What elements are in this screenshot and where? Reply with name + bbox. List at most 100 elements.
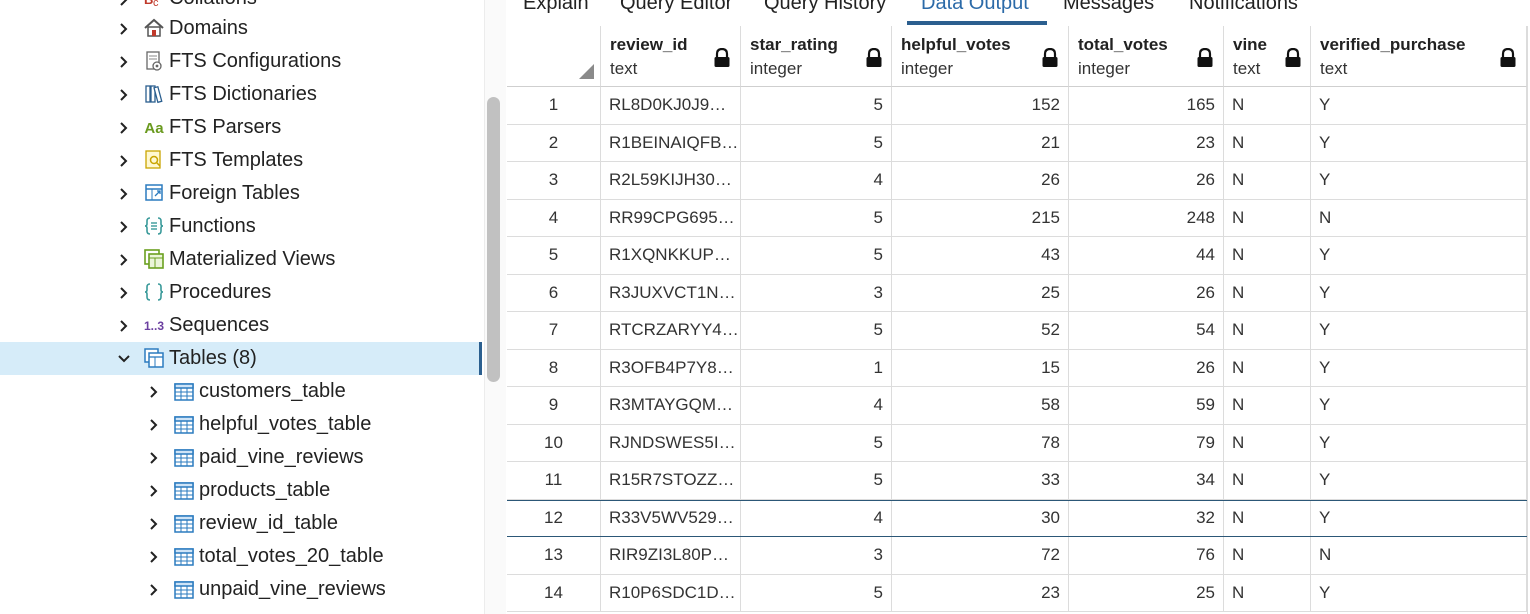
cell-helpful-votes[interactable]: 152: [892, 87, 1069, 124]
row-number-cell[interactable]: 8: [507, 349, 601, 386]
cell-star-rating[interactable]: 5: [741, 462, 892, 499]
cell-vine[interactable]: N: [1224, 537, 1311, 574]
chevron-right-icon[interactable]: [116, 285, 132, 301]
cell-verified-purchase[interactable]: N: [1311, 199, 1527, 236]
chevron-right-icon[interactable]: [116, 21, 132, 37]
cell-verified-purchase[interactable]: Y: [1311, 162, 1527, 199]
cell-verified-purchase[interactable]: Y: [1311, 500, 1527, 536]
cell-total-votes[interactable]: 44: [1069, 237, 1224, 274]
cell-verified-purchase[interactable]: Y: [1311, 312, 1527, 349]
row-number-cell[interactable]: 2: [507, 124, 601, 161]
chevron-down-icon[interactable]: [116, 351, 132, 367]
tree-item-table[interactable]: total_votes_20_table: [0, 540, 482, 573]
row-number-cell[interactable]: 4: [507, 199, 601, 236]
cell-total-votes[interactable]: 26: [1069, 349, 1224, 386]
cell-helpful-votes[interactable]: 52: [892, 312, 1069, 349]
cell-star-rating[interactable]: 5: [741, 237, 892, 274]
cell-star-rating[interactable]: 3: [741, 274, 892, 311]
tree-item-table[interactable]: helpful_votes_table: [0, 408, 482, 441]
cell-vine[interactable]: N: [1224, 199, 1311, 236]
cell-total-votes[interactable]: 248: [1069, 199, 1224, 236]
tree-item-fts-configurations[interactable]: FTS Configurations: [0, 45, 482, 78]
tree-item-domains[interactable]: Domains: [0, 12, 482, 45]
cell-review-id[interactable]: RL8D0KJ0J9…: [601, 87, 741, 124]
cell-star-rating[interactable]: 5: [741, 124, 892, 161]
cell-review-id[interactable]: R33V5WV529…: [601, 500, 741, 536]
cell-review-id[interactable]: RTCRZARYY4…: [601, 312, 741, 349]
cell-star-rating[interactable]: 5: [741, 574, 892, 611]
cell-helpful-votes[interactable]: 72: [892, 537, 1069, 574]
table-row[interactable]: 2 R1BEINAIQFB… 5 21 23 N Y: [507, 124, 1527, 162]
cell-star-rating[interactable]: 4: [741, 500, 892, 536]
column-header-total-votes[interactable]: total_votes integer: [1069, 26, 1224, 87]
chevron-right-icon[interactable]: [116, 120, 132, 136]
cell-star-rating[interactable]: 5: [741, 87, 892, 124]
cell-helpful-votes[interactable]: 33: [892, 462, 1069, 499]
cell-review-id[interactable]: RR99CPG695…: [601, 199, 741, 236]
cell-verified-purchase[interactable]: Y: [1311, 462, 1527, 499]
chevron-right-icon[interactable]: [146, 516, 162, 532]
cell-total-votes[interactable]: 79: [1069, 424, 1224, 461]
cell-helpful-votes[interactable]: 15: [892, 349, 1069, 386]
column-header-helpful-votes[interactable]: helpful_votes integer: [892, 26, 1069, 87]
cell-review-id[interactable]: R15R7STOZZ…: [601, 462, 741, 499]
tree-item-functions[interactable]: Functions: [0, 210, 482, 243]
tab-explain[interactable]: Explain: [523, 0, 589, 15]
chevron-right-icon[interactable]: [116, 0, 132, 8]
cell-vine[interactable]: N: [1224, 274, 1311, 311]
chevron-right-icon[interactable]: [146, 450, 162, 466]
tree-item-fts-parsers[interactable]: Aa FTS Parsers: [0, 111, 482, 144]
cell-total-votes[interactable]: 34: [1069, 462, 1224, 499]
cell-verified-purchase[interactable]: Y: [1311, 387, 1527, 424]
row-number-cell[interactable]: 12: [507, 500, 601, 536]
tree-item-tables[interactable]: Tables (8): [0, 342, 482, 375]
cell-review-id[interactable]: R2L59KIJH30…: [601, 162, 741, 199]
cell-helpful-votes[interactable]: 43: [892, 237, 1069, 274]
tree-item-procedures[interactable]: Procedures: [0, 276, 482, 309]
cell-helpful-votes[interactable]: 58: [892, 387, 1069, 424]
cell-review-id[interactable]: RJNDSWES5I…: [601, 424, 741, 461]
cell-vine[interactable]: N: [1224, 237, 1311, 274]
tree-item-materialized-views[interactable]: Materialized Views: [0, 243, 482, 276]
select-all-corner[interactable]: [507, 26, 601, 87]
tree-item-sequences[interactable]: 1..3 Sequences: [0, 309, 482, 342]
cell-verified-purchase[interactable]: N: [1311, 537, 1527, 574]
tree-item-foreign-tables[interactable]: Foreign Tables: [0, 177, 482, 210]
tree-item-fts-templates[interactable]: FTS Templates: [0, 144, 482, 177]
table-row[interactable]: 14 R10P6SDC1D… 5 23 25 N Y: [507, 574, 1527, 612]
cell-total-votes[interactable]: 54: [1069, 312, 1224, 349]
cell-helpful-votes[interactable]: 78: [892, 424, 1069, 461]
cell-vine[interactable]: N: [1224, 387, 1311, 424]
cell-star-rating[interactable]: 1: [741, 349, 892, 386]
cell-vine[interactable]: N: [1224, 312, 1311, 349]
cell-review-id[interactable]: R3OFB4P7Y8…: [601, 349, 741, 386]
table-row[interactable]: 11 R15R7STOZZ… 5 33 34 N Y: [507, 462, 1527, 500]
row-number-cell[interactable]: 5: [507, 237, 601, 274]
tab-query-history[interactable]: Query History: [764, 0, 886, 15]
row-number-cell[interactable]: 10: [507, 424, 601, 461]
cell-review-id[interactable]: RIR9ZI3L80P…: [601, 537, 741, 574]
cell-vine[interactable]: N: [1224, 124, 1311, 161]
column-header-review-id[interactable]: review_id text: [601, 26, 741, 87]
cell-review-id[interactable]: R3MTAYGQM…: [601, 387, 741, 424]
cell-vine[interactable]: N: [1224, 574, 1311, 611]
cell-verified-purchase[interactable]: Y: [1311, 237, 1527, 274]
table-row[interactable]: 13 RIR9ZI3L80P… 3 72 76 N N: [507, 537, 1527, 575]
chevron-right-icon[interactable]: [116, 252, 132, 268]
cell-verified-purchase[interactable]: Y: [1311, 124, 1527, 161]
cell-verified-purchase[interactable]: Y: [1311, 424, 1527, 461]
row-number-cell[interactable]: 13: [507, 537, 601, 574]
cell-star-rating[interactable]: 5: [741, 199, 892, 236]
table-row[interactable]: 12 R33V5WV529… 4 30 32 N Y: [507, 499, 1527, 537]
cell-total-votes[interactable]: 25: [1069, 574, 1224, 611]
chevron-right-icon[interactable]: [116, 87, 132, 103]
cell-star-rating[interactable]: 3: [741, 537, 892, 574]
tab-notifications[interactable]: Notifications: [1189, 0, 1298, 15]
table-row[interactable]: 4 RR99CPG695… 5 215 248 N N: [507, 199, 1527, 237]
table-row[interactable]: 10 RJNDSWES5I… 5 78 79 N Y: [507, 424, 1527, 462]
table-row[interactable]: 1 RL8D0KJ0J9… 5 152 165 N Y: [507, 87, 1527, 125]
table-row[interactable]: 9 R3MTAYGQM… 4 58 59 N Y: [507, 387, 1527, 425]
tree-item-table[interactable]: products_table: [0, 474, 482, 507]
cell-total-votes[interactable]: 32: [1069, 500, 1224, 536]
cell-vine[interactable]: N: [1224, 349, 1311, 386]
